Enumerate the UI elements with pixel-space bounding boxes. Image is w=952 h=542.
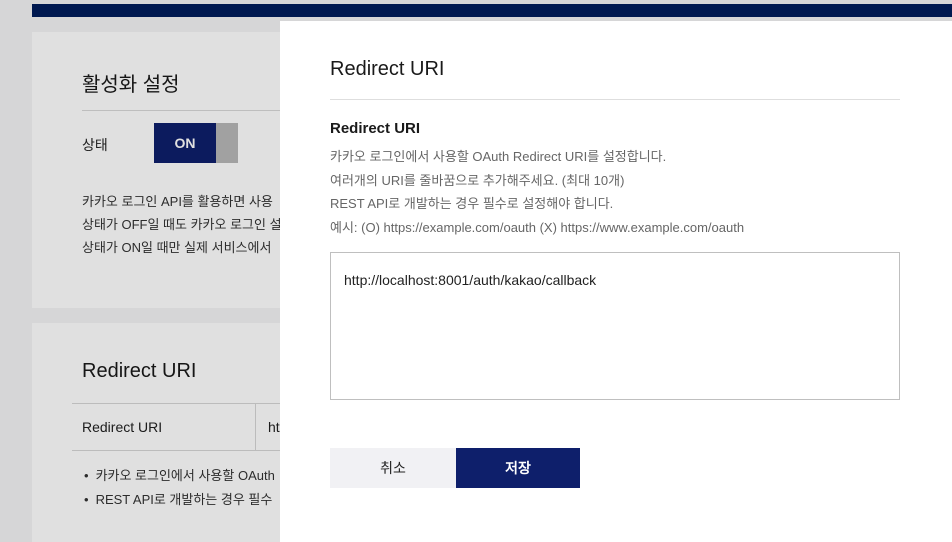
modal-divider — [330, 99, 900, 100]
redirect-uri-textarea[interactable]: http://localhost:8001/auth/kakao/callbac… — [330, 252, 900, 400]
description-line: 여러개의 URI를 줄바꿈으로 추가해주세요. (최대 10개) — [330, 172, 625, 188]
section-title: Redirect URI — [330, 120, 421, 137]
redirect-uri-modal: Redirect URI Redirect URI 카카오 로그인에서 사용할 … — [280, 21, 952, 542]
description-line: REST API로 개발하는 경우 필수로 설정해야 합니다. — [330, 196, 614, 211]
description-line: 예시: (O) https://example.com/oauth (X) ht… — [330, 219, 745, 235]
cancel-button[interactable]: 취소 — [330, 448, 456, 488]
modal-title: Redirect URI — [330, 58, 445, 80]
description-line: 카카오 로그인에서 사용할 OAuth Redirect URI를 설정합니다. — [330, 149, 667, 164]
section-description: 카카오 로그인에서 사용할 OAuth Redirect URI를 설정합니다.… — [330, 145, 744, 239]
save-button[interactable]: 저장 — [456, 448, 580, 488]
